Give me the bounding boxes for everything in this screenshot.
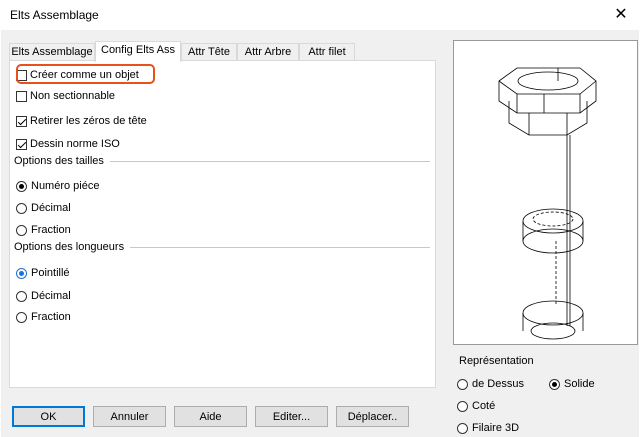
close-icon[interactable]: ✕ bbox=[610, 4, 632, 26]
radio-label: Filaire 3D bbox=[472, 422, 520, 434]
radio-button[interactable] bbox=[16, 290, 27, 302]
representation-title: Représentation bbox=[459, 355, 534, 367]
move-button[interactable]: Déplacer.. bbox=[336, 406, 409, 427]
tab-attr-arbre[interactable]: Attr Arbre bbox=[237, 43, 299, 61]
tab-attr-filet[interactable]: Attr filet bbox=[299, 43, 355, 61]
repr-radio-solid[interactable]: Solide bbox=[549, 376, 595, 392]
radio-label: Coté bbox=[472, 400, 496, 412]
iso-drawing-option[interactable]: Dessin norme ISO bbox=[16, 136, 120, 152]
representation-group: Représentation de Dessus Solide Coté Fil… bbox=[453, 350, 636, 434]
remove-head-zeros-checkbox[interactable] bbox=[16, 115, 27, 127]
length-options-group: Options des longueurs bbox=[14, 241, 430, 253]
iso-drawing-label: Dessin norme ISO bbox=[30, 138, 120, 150]
length-options-title: Options des longueurs bbox=[14, 241, 125, 253]
radio-label: Décimal bbox=[31, 290, 71, 302]
group-divider bbox=[109, 160, 430, 162]
repr-radio-side[interactable]: Coté bbox=[457, 398, 495, 414]
radio-label: Fraction bbox=[31, 311, 71, 323]
radio-label: Pointillé bbox=[31, 267, 70, 279]
create-object-option[interactable]: Créer comme un objet bbox=[16, 64, 155, 84]
length-radio-dotted[interactable]: Pointillé bbox=[16, 265, 70, 281]
non-sectionable-option[interactable]: Non sectionnable bbox=[16, 88, 115, 104]
dialog-titlebar: Elts Assemblage ✕ bbox=[0, 0, 640, 30]
edit-button[interactable]: Editer... bbox=[255, 406, 328, 427]
length-radio-decimal[interactable]: Décimal bbox=[16, 288, 71, 304]
radio-button[interactable] bbox=[16, 267, 27, 279]
radio-button[interactable] bbox=[549, 378, 560, 390]
create-object-label: Créer comme un objet bbox=[30, 69, 139, 81]
config-panel: Créer comme un objet Non sectionnable Re… bbox=[9, 60, 436, 388]
remove-head-zeros-option[interactable]: Retirer les zéros de tête bbox=[16, 113, 147, 129]
radio-button[interactable] bbox=[16, 311, 27, 323]
radio-button[interactable] bbox=[457, 422, 468, 434]
non-sectionable-label: Non sectionnable bbox=[30, 90, 116, 102]
help-button[interactable]: Aide bbox=[174, 406, 247, 427]
non-sectionable-checkbox[interactable] bbox=[16, 90, 27, 102]
tab-attr-tete[interactable]: Attr Tête bbox=[181, 43, 237, 61]
size-options-title: Options des tailles bbox=[14, 155, 104, 167]
radio-label: Solide bbox=[564, 378, 595, 390]
size-options-group: Options des tailles bbox=[14, 155, 430, 167]
iso-drawing-checkbox[interactable] bbox=[16, 138, 27, 150]
dialog-title: Elts Assemblage bbox=[10, 8, 99, 22]
cancel-button[interactable]: Annuler bbox=[93, 406, 166, 427]
repr-radio-top[interactable]: de Dessus bbox=[457, 376, 524, 392]
tab-config-elts-ass[interactable]: Config Elts Ass bbox=[95, 41, 181, 62]
radio-button[interactable] bbox=[16, 180, 27, 192]
tab-elts-assemblage[interactable]: Elts Assemblage bbox=[9, 43, 95, 61]
radio-button[interactable] bbox=[457, 400, 468, 412]
size-radio-piece-number[interactable]: Numéro piéce bbox=[16, 178, 99, 194]
size-radio-fraction[interactable]: Fraction bbox=[16, 222, 71, 238]
radio-label: Fraction bbox=[31, 224, 71, 236]
group-divider bbox=[130, 246, 430, 248]
repr-radio-wireframe[interactable]: Filaire 3D bbox=[457, 420, 519, 436]
dialog-client: Elts Assemblage Config Elts Ass Attr Têt… bbox=[1, 30, 639, 437]
radio-button[interactable] bbox=[16, 202, 27, 214]
size-radio-decimal[interactable]: Décimal bbox=[16, 200, 71, 216]
length-radio-fraction[interactable]: Fraction bbox=[16, 309, 71, 325]
radio-label: Décimal bbox=[31, 202, 71, 214]
radio-button[interactable] bbox=[457, 378, 468, 390]
radio-button[interactable] bbox=[16, 224, 27, 236]
remove-head-zeros-label: Retirer les zéros de tête bbox=[30, 115, 147, 127]
bolt-wireframe-icon bbox=[498, 67, 597, 340]
bolt-preview bbox=[453, 40, 638, 345]
radio-label: de Dessus bbox=[472, 378, 524, 390]
ok-button[interactable]: OK bbox=[12, 406, 85, 427]
radio-label: Numéro piéce bbox=[31, 180, 100, 192]
create-object-checkbox[interactable] bbox=[16, 69, 27, 81]
